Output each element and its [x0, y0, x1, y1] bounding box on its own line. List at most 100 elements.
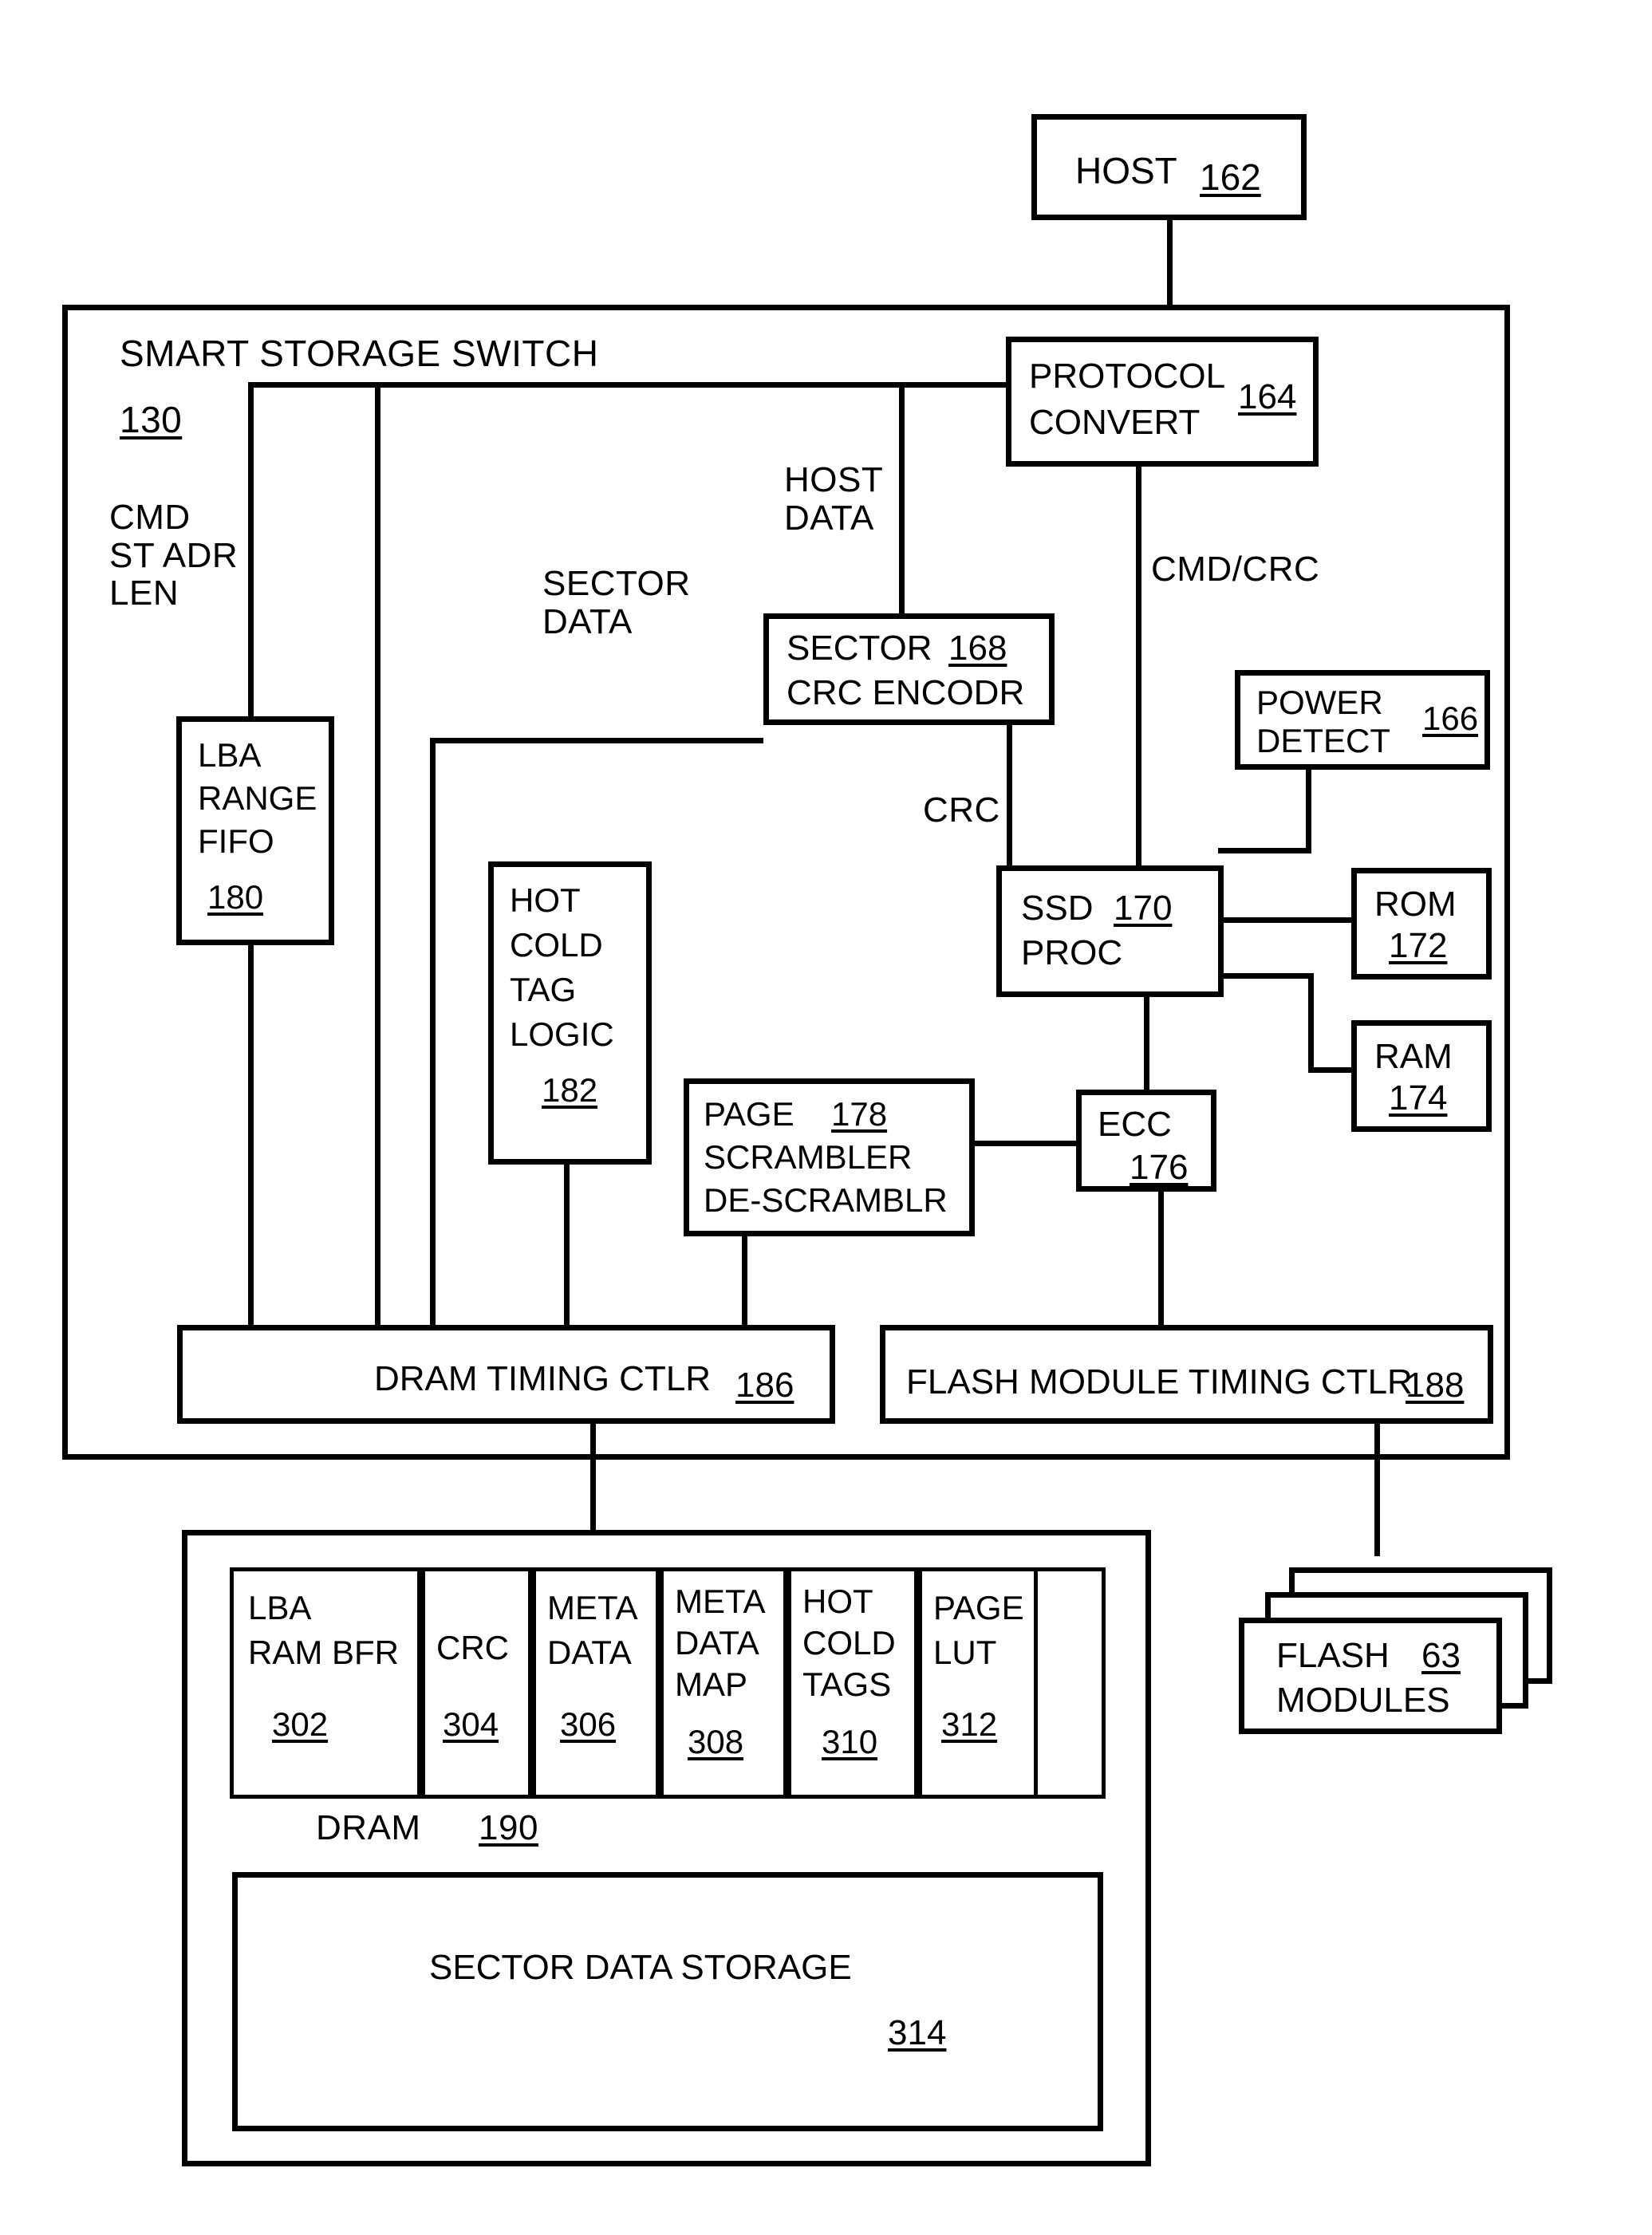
smart-storage-switch-title: SMART STORAGE SWITCH [120, 333, 599, 374]
dram-cell-hot-cold-tags-line3: TAGS [802, 1665, 892, 1703]
flash-modules-line1: FLASH [1276, 1636, 1390, 1675]
wire-bus-branch-vertical-2 [375, 382, 380, 1327]
dram-cell-lba-ram-bfr-line1: LBA [248, 1589, 312, 1626]
hot-cold-tag-logic-line4: LOGIC [510, 1015, 614, 1053]
page-scrambler-line3: DE-SCRAMBLR [704, 1181, 948, 1219]
dram-cell-meta-data-map-ref: 308 [688, 1723, 744, 1760]
sector-crc-encoder-line1: SECTOR [787, 629, 932, 668]
page-scrambler-block: PAGE 178 SCRAMBLER DE-SCRAMBLR [684, 1078, 975, 1236]
flash-modules-block: FLASH 63 MODULES [1239, 1618, 1502, 1734]
lba-range-fifo-ref: 180 [207, 878, 264, 916]
wire-ssd-to-ram-horizontal-top [1218, 973, 1314, 979]
page-scrambler-ref: 178 [831, 1095, 888, 1133]
power-detect-block: POWER DETECT 166 [1235, 670, 1490, 770]
host-block: HOST 162 [1031, 114, 1307, 220]
lba-range-fifo-line3: FIFO [198, 822, 274, 860]
sector-crc-encoder-block: SECTOR 168 CRC ENCODR [763, 613, 1055, 725]
wire-lba-fifo-to-dram-ctlr [248, 944, 254, 1327]
hot-cold-tag-logic-block: HOT COLD TAG LOGIC 182 [488, 861, 652, 1165]
wire-ssd-to-rom [1218, 917, 1355, 923]
ssd-proc-line2: PROC [1021, 933, 1123, 972]
dram-label: DRAM [316, 1808, 421, 1847]
wire-flash-ctlr-down [1374, 1422, 1380, 1556]
wire-power-detect-vertical [1306, 768, 1311, 853]
dram-cell-lba-ram-bfr: LBA RAM BFR 302 [230, 1567, 421, 1799]
wire-ecc-to-flash-ctlr [1158, 1189, 1164, 1327]
power-detect-line1: POWER [1256, 684, 1383, 721]
cmd-crc-label: CMD/CRC [1151, 550, 1320, 589]
ssd-proc-line1: SSD [1021, 889, 1094, 928]
ram-ref: 174 [1389, 1078, 1448, 1118]
wire-sector-data-vertical [430, 738, 436, 1327]
dram-cell-hot-cold-tags-line1: HOT [802, 1583, 873, 1620]
power-detect-ref: 166 [1422, 700, 1479, 737]
wire-ssd-to-ram-vertical [1308, 973, 1314, 1073]
power-detect-line2: DETECT [1256, 722, 1390, 759]
protocol-convert-ref: 164 [1238, 377, 1297, 416]
sector-data-label: SECTOR DATA [542, 564, 691, 641]
hot-cold-tag-logic-ref: 182 [542, 1071, 598, 1109]
hot-cold-tag-logic-line2: COLD [510, 926, 603, 964]
page-scrambler-line1: PAGE [704, 1095, 794, 1133]
figure-canvas: HOST 162 SMART STORAGE SWITCH 130 CMD ST… [0, 0, 1652, 2235]
wire-page-scrambler-to-dram-ctlr [742, 1235, 747, 1327]
sector-crc-encoder-ref: 168 [948, 629, 1007, 668]
dram-cell-hot-cold-tags-line2: COLD [802, 1624, 896, 1661]
dram-cell-meta-data-map-line2: DATA [675, 1624, 759, 1661]
dram-cell-crc-line1: CRC [436, 1629, 509, 1666]
dram-cell-meta-data-line2: DATA [547, 1634, 632, 1671]
ecc-ref: 176 [1130, 1148, 1189, 1187]
lba-range-fifo-line2: RANGE [198, 779, 317, 817]
dram-cell-hot-cold-tags: HOT COLD TAGS 310 [787, 1567, 918, 1799]
smart-storage-switch-ref: 130 [120, 399, 183, 440]
wire-page-scrambler-to-ecc [969, 1141, 1081, 1146]
host-data-label: HOST DATA [784, 460, 884, 538]
cmd-st-adr-len-label: CMD ST ADR LEN [109, 498, 239, 613]
dram-ref: 190 [479, 1808, 538, 1847]
dram-timing-ctlr-ref: 186 [735, 1366, 794, 1405]
dram-timing-ctlr-block: DRAM TIMING CTLR 186 [177, 1325, 835, 1424]
dram-cell-meta-data-map-line3: MAP [675, 1665, 748, 1703]
flash-module-timing-ctlr-block: FLASH MODULE TIMING CTLR 188 [880, 1325, 1493, 1424]
page-scrambler-line2: SCRAMBLER [704, 1138, 913, 1176]
hot-cold-tag-logic-line1: HOT [510, 881, 581, 919]
flash-modules-ref: 63 [1421, 1636, 1461, 1675]
sector-data-storage-block: SECTOR DATA STORAGE 314 [232, 1872, 1103, 2131]
dram-cell-hot-cold-tags-ref: 310 [822, 1723, 878, 1760]
dram-cell-row-container: LBA RAM BFR 302 CRC 304 META DATA 306 ME… [230, 1567, 1106, 1799]
ecc-block: ECC 176 [1076, 1090, 1216, 1192]
dram-cell-crc-ref: 304 [443, 1705, 499, 1743]
ram-block: RAM 174 [1351, 1020, 1492, 1132]
dram-timing-ctlr-label: DRAM TIMING CTLR [374, 1359, 712, 1398]
lba-range-fifo-line1: LBA [198, 736, 262, 774]
sector-data-storage-ref: 314 [888, 2013, 947, 2052]
dram-cell-lba-ram-bfr-line2: RAM BFR [248, 1634, 399, 1671]
wire-sector-data-horizontal [430, 738, 763, 743]
rom-block: ROM 172 [1351, 868, 1492, 980]
dram-cell-meta-data-line1: META [547, 1589, 638, 1626]
sector-data-storage-label: SECTOR DATA STORAGE [429, 1948, 852, 1987]
crc-label: CRC [923, 790, 1000, 830]
dram-cell-page-lut-ref: 312 [941, 1705, 998, 1743]
wire-hotcold-to-dram-ctlr [564, 1163, 570, 1327]
protocol-convert-line1: PROTOCOL [1029, 357, 1226, 396]
wire-crc-vertical [1007, 723, 1012, 865]
ssd-proc-block: SSD 170 PROC [996, 865, 1224, 997]
ram-label: RAM [1374, 1037, 1453, 1076]
flash-module-timing-ctlr-ref: 188 [1406, 1366, 1465, 1405]
dram-cell-meta-data: META DATA 306 [532, 1567, 660, 1799]
ecc-label: ECC [1098, 1105, 1172, 1144]
dram-cell-page-lut-line1: PAGE [933, 1589, 1024, 1626]
wire-protocol-bus-horizontal [248, 382, 1010, 388]
wire-power-detect-horizontal [1218, 848, 1311, 853]
dram-cell-page-lut-line2: LUT [933, 1634, 997, 1671]
wire-cmd-crc-vertical [1136, 467, 1141, 865]
dram-cell-lba-ram-bfr-ref: 302 [272, 1705, 329, 1743]
hot-cold-tag-logic-line3: TAG [510, 971, 577, 1008]
dram-cell-meta-data-map-line1: META [675, 1583, 766, 1620]
dram-cell-crc: CRC 304 [421, 1567, 532, 1799]
flash-modules-line2: MODULES [1276, 1681, 1450, 1720]
lba-range-fifo-block: LBA RANGE FIFO 180 [176, 716, 334, 945]
host-ref: 162 [1200, 156, 1261, 198]
protocol-convert-block: PROTOCOL CONVERT 164 [1006, 337, 1319, 467]
